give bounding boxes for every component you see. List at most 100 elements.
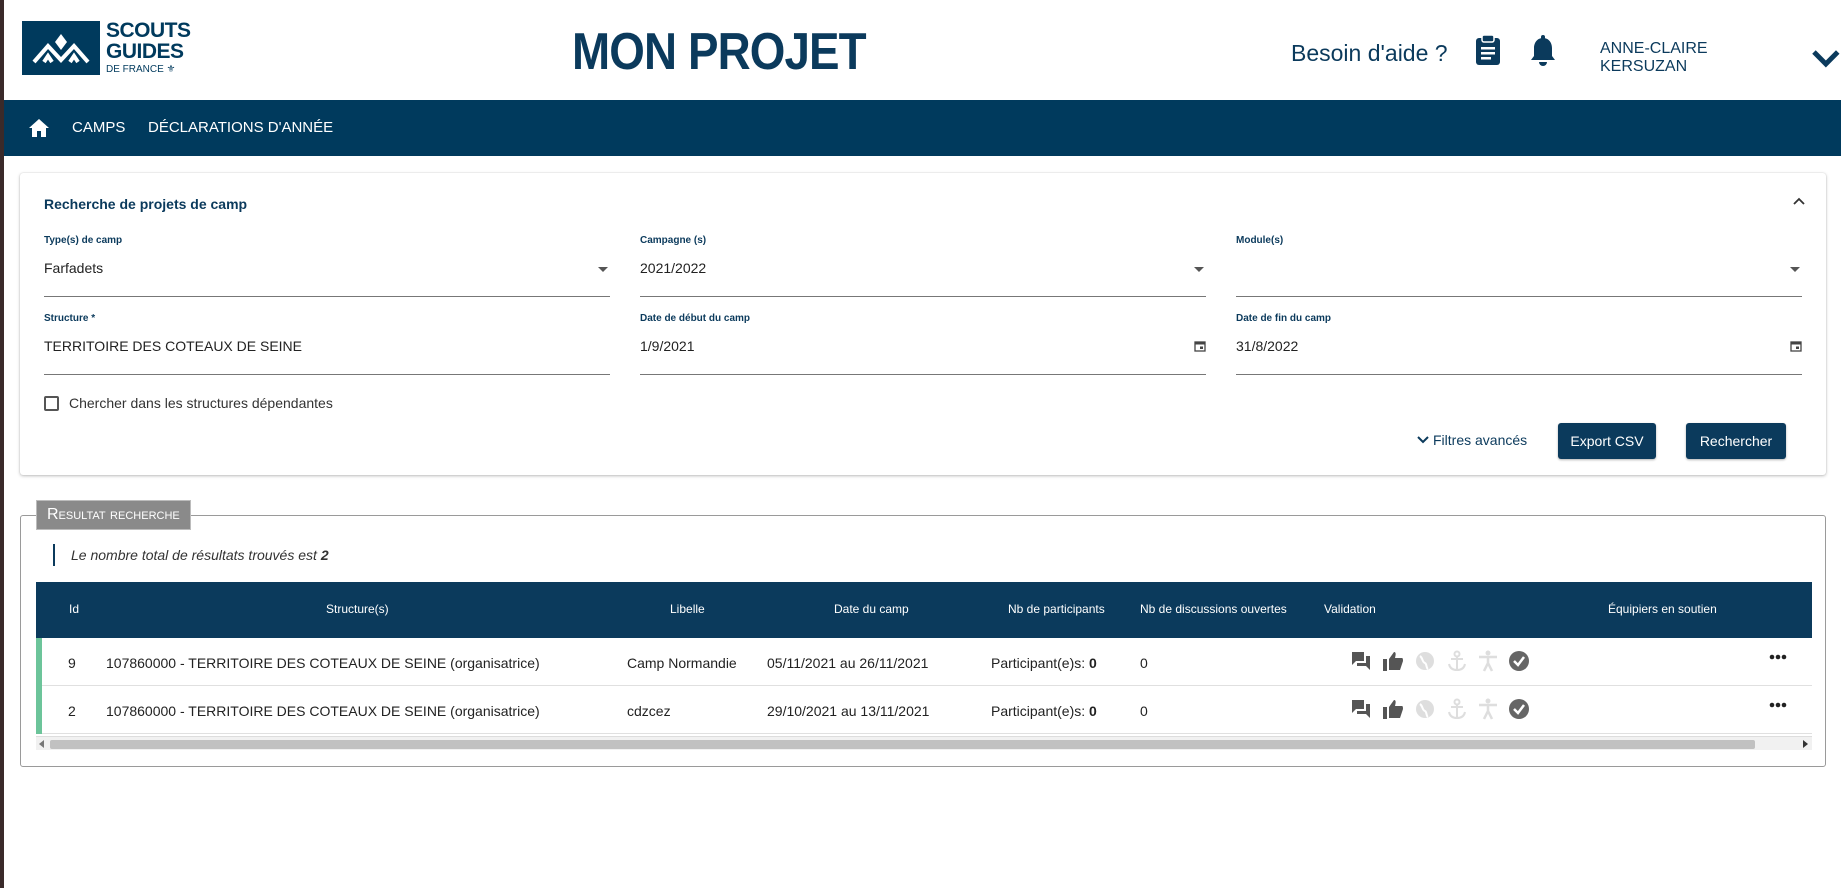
comments-icon[interactable] xyxy=(1350,650,1372,672)
globe-icon[interactable] xyxy=(1414,650,1436,672)
anchor-icon[interactable] xyxy=(1446,698,1468,720)
type-camp-label: Type(s) de camp xyxy=(44,235,123,246)
horizontal-scrollbar[interactable] xyxy=(36,736,1812,750)
dropdown-arrow-icon xyxy=(598,267,608,272)
dependent-structures-option[interactable]: Chercher dans les structures dépendantes xyxy=(44,395,333,411)
date-debut-value: 1/9/2021 xyxy=(640,338,695,354)
campagne-select[interactable]: Campagne (s) 2021/2022 xyxy=(640,235,1206,297)
anchor-icon[interactable] xyxy=(1446,650,1468,672)
nav-item-camps[interactable]: CAMPS xyxy=(72,119,125,136)
comments-icon[interactable] xyxy=(1350,698,1372,720)
type-camp-select[interactable]: Type(s) de camp Farfadets xyxy=(44,235,610,297)
column-header-validation[interactable]: Validation xyxy=(1324,602,1376,616)
scroll-left-arrow-icon[interactable] xyxy=(39,740,44,748)
cell-discussions: 0 xyxy=(1140,655,1148,671)
check-circle-icon[interactable] xyxy=(1508,698,1530,720)
dependent-structures-checkbox[interactable] xyxy=(44,395,59,411)
column-header-libelle[interactable]: Libelle xyxy=(670,602,705,616)
participants-label: Participant(e)s: xyxy=(991,655,1086,671)
cell-date: 29/10/2021 au 13/11/2021 xyxy=(767,703,930,719)
thumb-up-icon[interactable] xyxy=(1382,698,1404,720)
logo-text: SCOUTS GUIDES DE FRANCE ⚜ xyxy=(106,20,191,75)
chevron-down-icon xyxy=(1417,436,1429,444)
cell-structure: 107860000 - TERRITOIRE DES COTEAUX DE SE… xyxy=(106,655,540,671)
dependent-structures-label: Chercher dans les structures dépendantes xyxy=(69,395,333,411)
chevron-down-icon xyxy=(1812,50,1840,68)
chevron-up-icon[interactable] xyxy=(1792,193,1806,211)
results-count-value: 2 xyxy=(320,547,329,563)
table-row[interactable]: 2 107860000 - TERRITOIRE DES COTEAUX DE … xyxy=(36,686,1812,734)
campagne-label: Campagne (s) xyxy=(640,235,707,246)
cell-libelle: Camp Normandie xyxy=(627,655,737,671)
dropdown-arrow-icon xyxy=(1194,267,1204,272)
calendar-icon[interactable] xyxy=(1194,340,1206,352)
structure-value: TERRITOIRE DES COTEAUX DE SEINE xyxy=(44,338,303,354)
campagne-value: 2021/2022 xyxy=(640,260,707,276)
module-select[interactable]: Module(s) xyxy=(1236,235,1802,297)
search-panel: Recherche de projets de camp Type(s) de … xyxy=(20,173,1826,475)
date-debut-label: Date de début du camp xyxy=(640,313,751,324)
date-fin-field[interactable]: Date de fin du camp 31/8/2022 xyxy=(1236,313,1802,375)
home-icon[interactable] xyxy=(28,118,50,143)
more-options-icon[interactable] xyxy=(1769,702,1787,708)
column-header-date[interactable]: Date du camp xyxy=(834,602,909,616)
structure-field[interactable]: Structure * TERRITOIRE DES COTEAUX DE SE… xyxy=(44,313,610,375)
user-name: ANNE-CLAIRE KERSUZAN xyxy=(1600,40,1708,75)
module-label: Module(s) xyxy=(1236,235,1284,246)
more-options-icon[interactable] xyxy=(1769,654,1787,660)
advanced-filters-label: Filtres avancés xyxy=(1433,432,1528,448)
thumb-up-icon[interactable] xyxy=(1382,650,1404,672)
date-fin-label: Date de fin du camp xyxy=(1236,313,1332,324)
help-link[interactable]: Besoin d'aide ? xyxy=(1291,40,1448,67)
participants-value: 0 xyxy=(1089,703,1097,719)
calendar-icon[interactable] xyxy=(1790,340,1802,352)
cell-discussions: 0 xyxy=(1140,703,1148,719)
accessibility-icon[interactable] xyxy=(1477,698,1499,720)
row-status-bar xyxy=(36,686,42,734)
brand-logo[interactable]: SCOUTS GUIDES DE FRANCE ⚜ xyxy=(22,20,191,75)
top-header: SCOUTS GUIDES DE FRANCE ⚜ MON PROJET Bes… xyxy=(4,0,1841,100)
column-header-id[interactable]: Id xyxy=(69,602,79,616)
results-count-text: Le nombre total de résultats trouvés est xyxy=(71,547,317,563)
cell-participants: Participant(e)s: 0 xyxy=(991,703,1097,719)
globe-icon[interactable] xyxy=(1414,698,1436,720)
cell-id: 2 xyxy=(68,703,76,719)
check-circle-icon[interactable] xyxy=(1508,650,1530,672)
bell-icon[interactable] xyxy=(1529,35,1557,72)
cell-participants: Participant(e)s: 0 xyxy=(991,655,1097,671)
cell-id: 9 xyxy=(68,655,76,671)
page-title: MON PROJET xyxy=(572,23,867,81)
search-button[interactable]: Rechercher xyxy=(1686,423,1786,459)
logo-line-1: SCOUTS xyxy=(106,19,191,42)
main-navbar: CAMPS DÉCLARATIONS D'ANNÉE xyxy=(4,100,1841,156)
column-header-participants[interactable]: Nb de participants xyxy=(1008,602,1105,616)
results-panel: Le nombre total de résultats trouvés est… xyxy=(20,515,1826,767)
participants-value: 0 xyxy=(1089,655,1097,671)
column-header-equipiers[interactable]: Équipiers en soutien xyxy=(1608,602,1717,616)
column-header-structure[interactable]: Structure(s) xyxy=(326,602,389,616)
search-panel-title: Recherche de projets de camp xyxy=(44,196,248,212)
table-row[interactable]: 9 107860000 - TERRITOIRE DES COTEAUX DE … xyxy=(36,638,1812,686)
advanced-filters-toggle[interactable]: Filtres avancés xyxy=(1416,432,1527,448)
export-csv-button[interactable]: Export CSV xyxy=(1558,423,1656,459)
results-legend: Resultat recherche xyxy=(36,500,191,530)
cell-structure: 107860000 - TERRITOIRE DES COTEAUX DE SE… xyxy=(106,703,540,719)
date-debut-field[interactable]: Date de début du camp 1/9/2021 xyxy=(640,313,1206,375)
logo-line-2: GUIDES xyxy=(106,40,184,63)
results-table: Id Structure(s) Libelle Date du camp Nb … xyxy=(36,582,1812,750)
accessibility-icon[interactable] xyxy=(1477,650,1499,672)
results-count: Le nombre total de résultats trouvés est… xyxy=(53,544,329,566)
row-status-bar xyxy=(36,638,42,686)
type-camp-value: Farfadets xyxy=(44,260,104,276)
logo-line-3: DE FRANCE ⚜ xyxy=(106,64,176,75)
nav-item-declarations[interactable]: DÉCLARATIONS D'ANNÉE xyxy=(148,119,333,136)
dropdown-arrow-icon xyxy=(1790,267,1800,272)
clipboard-icon[interactable] xyxy=(1474,34,1502,71)
column-header-discussions[interactable]: Nb de discussions ouvertes xyxy=(1140,602,1287,616)
cell-date: 05/11/2021 au 26/11/2021 xyxy=(767,655,929,671)
date-fin-value: 31/8/2022 xyxy=(1236,338,1299,354)
scrollbar-thumb[interactable] xyxy=(50,740,1755,749)
cell-libelle: cdzcez xyxy=(627,703,671,719)
user-menu[interactable]: ANNE-CLAIRE KERSUZAN xyxy=(1600,40,1841,76)
scroll-right-arrow-icon[interactable] xyxy=(1803,740,1808,748)
